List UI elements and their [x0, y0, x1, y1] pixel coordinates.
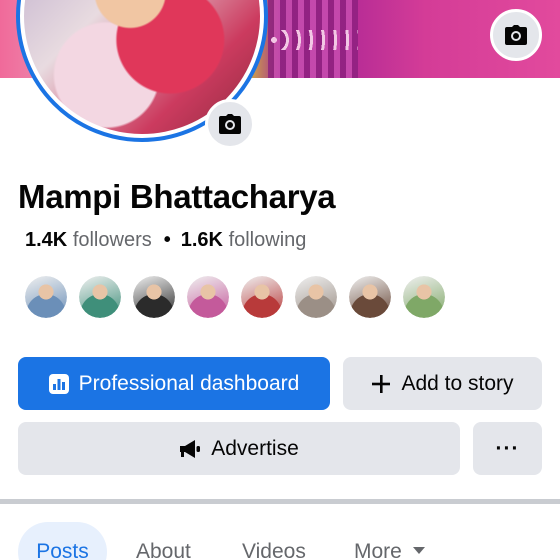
stats-separator: •	[163, 229, 171, 251]
camera-icon	[219, 114, 241, 134]
friend-avatar[interactable]	[293, 274, 339, 320]
edit-profile-picture-button[interactable]	[205, 99, 255, 149]
followers-label: followers	[72, 229, 152, 251]
tab-about[interactable]: About	[136, 522, 191, 560]
section-divider	[0, 499, 560, 504]
friend-avatar[interactable]	[77, 274, 123, 320]
followers-count: 1.4K	[25, 229, 68, 251]
friends-avatars	[23, 274, 447, 320]
more-options-button[interactable]: ···	[473, 422, 542, 475]
profile-tabs: Posts About Videos More	[0, 522, 560, 560]
plus-icon	[372, 374, 391, 393]
avatar	[241, 276, 283, 318]
followers-link[interactable]: 1.4K followers	[25, 229, 152, 251]
follow-stats: 1.4K followers • 1.6K following	[25, 229, 306, 252]
tab-more[interactable]: More	[354, 522, 426, 560]
following-label: following	[228, 229, 307, 251]
following-link[interactable]: 1.6K following	[181, 229, 307, 251]
tab-more-label: More	[354, 540, 402, 560]
tab-posts-label: Posts	[36, 540, 89, 560]
tab-posts[interactable]: Posts	[18, 522, 107, 560]
edit-cover-photo-button[interactable]	[490, 9, 542, 61]
friend-avatar[interactable]	[239, 274, 285, 320]
avatar	[349, 276, 391, 318]
friend-avatar[interactable]	[347, 274, 393, 320]
caret-down-icon	[412, 547, 425, 554]
professional-dashboard-button[interactable]: Professional dashboard	[18, 357, 330, 410]
add-to-story-label: Add to story	[401, 371, 514, 395]
avatar	[79, 276, 121, 318]
avatar	[133, 276, 175, 318]
avatar	[403, 276, 445, 318]
friend-avatar[interactable]	[185, 274, 231, 320]
advertise-button[interactable]: Advertise	[18, 422, 460, 475]
professional-dashboard-label: Professional dashboard	[78, 371, 300, 395]
friend-avatar[interactable]	[401, 274, 447, 320]
following-count: 1.6K	[180, 229, 223, 251]
tab-videos[interactable]: Videos	[242, 522, 306, 560]
avatar	[187, 276, 229, 318]
avatar	[295, 276, 337, 318]
cover-pattern-dots	[268, 30, 358, 50]
more-options-icon: ···	[495, 436, 520, 460]
bar-chart-icon	[48, 373, 69, 394]
friend-avatar[interactable]	[23, 274, 69, 320]
tab-about-label: About	[136, 540, 191, 560]
megaphone-icon	[180, 439, 201, 458]
advertise-label: Advertise	[211, 436, 299, 460]
camera-icon	[505, 25, 527, 45]
profile-name: Mampi Bhattacharya	[18, 178, 336, 215]
friend-avatar[interactable]	[131, 274, 177, 320]
avatar	[25, 276, 67, 318]
tab-videos-label: Videos	[242, 540, 306, 560]
add-to-story-button[interactable]: Add to story	[343, 357, 542, 410]
